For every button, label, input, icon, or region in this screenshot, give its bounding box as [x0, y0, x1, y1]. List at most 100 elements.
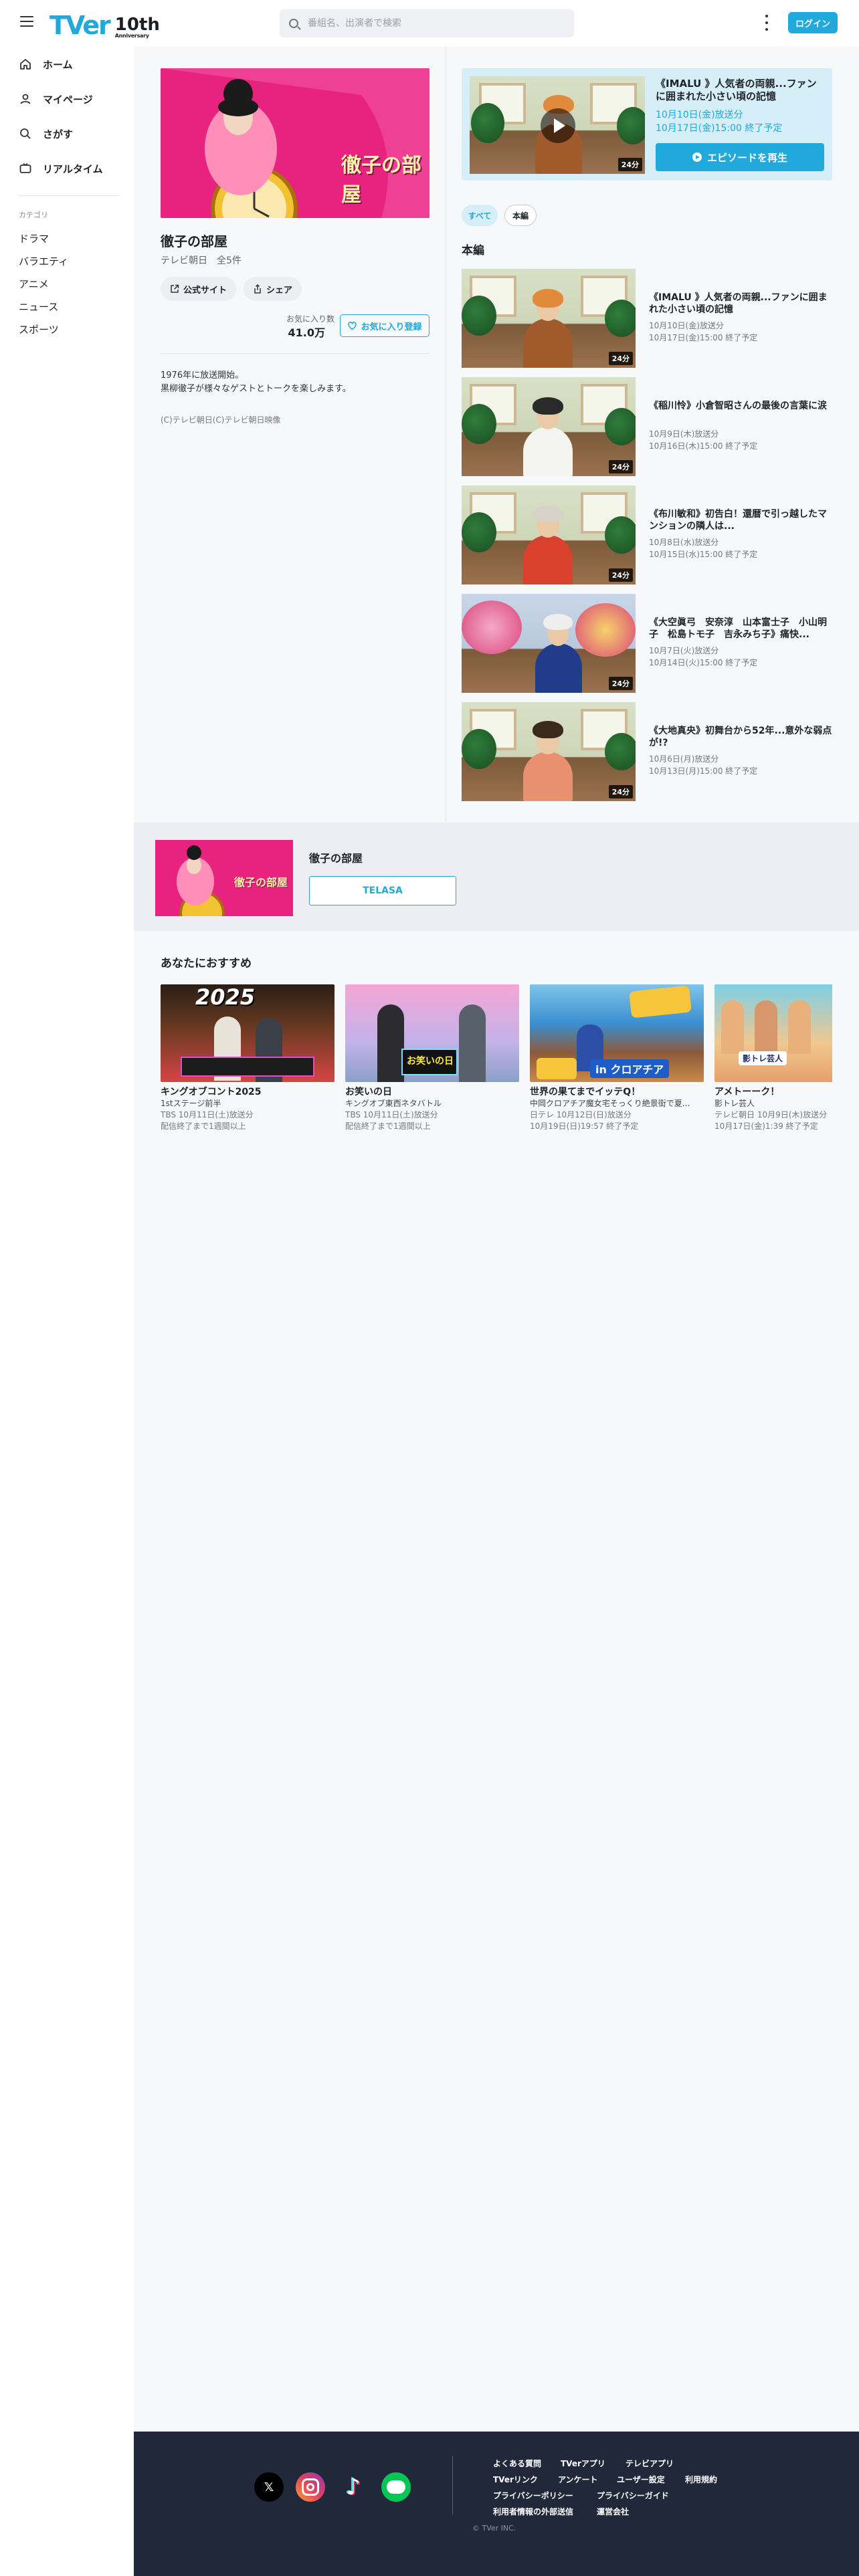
tab-main[interactable]: 本編	[504, 205, 537, 226]
recommend-card[interactable]: in クロアチア 世界の果てまでイッテQ！ 中岡クロアチア魔女宅そっくり絶景街で…	[530, 984, 704, 1132]
heart-icon	[348, 322, 357, 330]
episode-broadcast-date: 10月6日(月)放送分	[649, 754, 719, 764]
tver-logo[interactable]: TVer 10th Anniversary	[50, 9, 160, 39]
episode-broadcast-date: 10月10日(金)放送分	[649, 321, 724, 330]
category-sports[interactable]: スポーツ	[19, 322, 59, 336]
episode-item[interactable]: 24分 《布川敏和》初告白！還暦で引っ越したマンションの隣人は... 10月8日…	[462, 486, 832, 584]
play-circle-icon	[692, 152, 702, 162]
duration-badge: 24分	[608, 677, 633, 690]
sidebar-item-home[interactable]: ホーム	[19, 54, 73, 74]
add-favorite-label: お気に入り登録	[361, 322, 422, 332]
search-icon	[289, 19, 298, 28]
footer-link[interactable]: 運営会社	[597, 2506, 629, 2517]
recommend-thumbnail[interactable]: 2025	[161, 984, 335, 1082]
episode-title: 《大地真央》初舞台から52年...意外な弱点が!?	[649, 726, 832, 748]
category-anime[interactable]: アニメ	[19, 277, 49, 291]
search-icon	[20, 128, 31, 139]
footer-link[interactable]: よくある質問	[493, 2458, 541, 2469]
share-button[interactable]: シェア	[244, 277, 302, 301]
sidebar-item-realtime[interactable]: リアルタイム	[19, 158, 103, 179]
recommend-card[interactable]: お笑いの日 お笑いの日 キングオブ東西ネタバトル TBS 10月11日(土)放送…	[345, 984, 519, 1132]
sidebar-item-mypage[interactable]: マイページ	[19, 89, 93, 109]
recommend-thumbnail[interactable]: 影トレ芸人	[714, 984, 832, 1082]
footer-link[interactable]: アンケート	[558, 2474, 598, 2485]
search-box[interactable]	[280, 9, 574, 37]
show-meta: テレビ朝日 全5件	[161, 255, 242, 266]
footer-link[interactable]: TVerアプリ	[561, 2458, 605, 2469]
card-title: アメトーーク！	[714, 1087, 780, 1097]
episode-broadcast-date: 10月9日(木)放送分	[649, 429, 719, 439]
recommend-card[interactable]: 2025 キングオブコント2025 1stステージ前半 TBS 10月11日(土…	[161, 984, 335, 1132]
show-key-visual: 徹子の部屋	[161, 68, 430, 218]
card-expiry: 配信終了まで1週間以上	[161, 1121, 246, 1131]
footer-link[interactable]: TVerリンク	[493, 2474, 538, 2485]
tv-icon	[19, 163, 31, 173]
footer-divider	[452, 2456, 453, 2514]
share-icon	[254, 284, 261, 294]
footer-link[interactable]: ユーザー設定	[617, 2474, 665, 2485]
footer-link[interactable]: 利用者情報の外部送信	[493, 2506, 573, 2517]
episode-thumbnail[interactable]: 24分	[462, 269, 636, 368]
share-label: シェア	[266, 285, 293, 296]
sidebar-item-search[interactable]: さがす	[19, 124, 73, 144]
add-favorite-button[interactable]: お気に入り登録	[340, 314, 430, 337]
logo-10th-badge: 10th Anniversary	[114, 15, 160, 39]
tiktok-icon[interactable]: ♪	[339, 2472, 368, 2502]
episode-thumbnail[interactable]: 24分	[462, 702, 636, 801]
x-icon[interactable]: 𝕏	[254, 2472, 284, 2502]
official-site-label: 公式サイト	[183, 285, 227, 296]
episode-end-date: 10月14日(火)15:00 終了予定	[649, 658, 758, 667]
featured-dates: 10月10日(金)放送分 10月17日(金)15:00 終了予定	[656, 110, 783, 134]
telasa-button[interactable]: TELASA	[309, 876, 456, 905]
sidebar-divider	[19, 195, 119, 196]
featured-thumbnail[interactable]: 24分	[470, 76, 645, 174]
tab-all[interactable]: すべて	[462, 205, 498, 226]
footer	[134, 2432, 859, 2576]
menu-icon[interactable]	[20, 16, 33, 27]
search-input[interactable]	[308, 18, 562, 29]
recommend-card[interactable]: 影トレ芸人 アメトーーク！ 影トレ芸人 テレビ朝日 10月9日(木)放送分 10…	[714, 984, 832, 1132]
official-site-button[interactable]: 公式サイト	[161, 277, 237, 301]
duration-badge: 24分	[608, 785, 633, 798]
category-news[interactable]: ニュース	[19, 300, 58, 314]
card-title: キングオブコント2025	[161, 1087, 262, 1097]
footer-link[interactable]: プライバシーポリシー	[493, 2490, 573, 2501]
episode-end-date: 10月15日(水)15:00 終了予定	[649, 550, 758, 559]
sidebar-item-label: マイページ	[43, 93, 93, 106]
sidebar-item-label: リアルタイム	[43, 163, 103, 175]
more-options-icon[interactable]	[764, 15, 769, 31]
episode-item[interactable]: 24分 《大地真央》初舞台から52年...意外な弱点が!? 10月6日(月)放送…	[462, 702, 832, 801]
login-button[interactable]: ログイン	[788, 12, 838, 33]
card-expiry: 10月19日(日)19:57 終了予定	[530, 1121, 639, 1131]
telasa-show-title: 徹子の部屋	[309, 852, 363, 865]
header: TVer 10th Anniversary ログイン	[0, 0, 859, 47]
card-broadcast: テレビ朝日 10月9日(木)放送分	[714, 1110, 828, 1119]
footer-link[interactable]: テレビアプリ	[626, 2458, 674, 2469]
episode-item[interactable]: 24分 《大空眞弓 安奈淳 山本富士子 小山明子 松島トモ子 吉永みち子》痛快.…	[462, 594, 832, 693]
category-variety[interactable]: バラエティ	[19, 254, 68, 268]
instagram-icon[interactable]	[296, 2472, 325, 2502]
line-icon[interactable]	[381, 2472, 411, 2502]
sidebar	[0, 47, 134, 2576]
episode-thumbnail[interactable]: 24分	[462, 594, 636, 693]
featured-episode[interactable]: 24分 《IMALU 》人気者の両親...ファンに囲まれた小さい頃の記憶 10月…	[462, 68, 832, 181]
episode-item[interactable]: 24分 《IMALU 》人気者の両親...ファンに囲まれた小さい頃の記憶 10月…	[462, 269, 832, 368]
sidebar-item-label: さがす	[43, 128, 74, 140]
recommend-thumbnail[interactable]: お笑いの日	[345, 984, 519, 1082]
telasa-show-image[interactable]: 徹子の部屋	[155, 840, 293, 916]
play-episode-label: エピソードを再生	[706, 151, 787, 164]
play-icon[interactable]	[541, 108, 575, 143]
card-expiry: 10月17日(金)1:39 終了予定	[714, 1121, 818, 1131]
footer-link[interactable]: プライバシーガイド	[597, 2490, 669, 2501]
episode-title: 《布川敏和》初告白！還暦で引っ越したマンションの隣人は...	[649, 509, 827, 532]
category-drama[interactable]: ドラマ	[19, 231, 49, 245]
show-title: 徹子の部屋	[161, 233, 227, 249]
episode-end-date: 10月17日(金)15:00 終了予定	[649, 333, 758, 342]
footer-copyright: © TVer INC.	[472, 2524, 516, 2533]
episode-thumbnail[interactable]: 24分	[462, 486, 636, 584]
episode-item[interactable]: 24分 《稲川怜》小倉智昭さんの最後の言葉に涙 10月9日(木)放送分 10月1…	[462, 377, 832, 476]
play-episode-button[interactable]: エピソードを再生	[656, 143, 824, 171]
footer-link[interactable]: 利用規約	[685, 2474, 717, 2485]
recommend-thumbnail[interactable]: in クロアチア	[530, 984, 704, 1082]
episode-thumbnail[interactable]: 24分	[462, 377, 636, 476]
